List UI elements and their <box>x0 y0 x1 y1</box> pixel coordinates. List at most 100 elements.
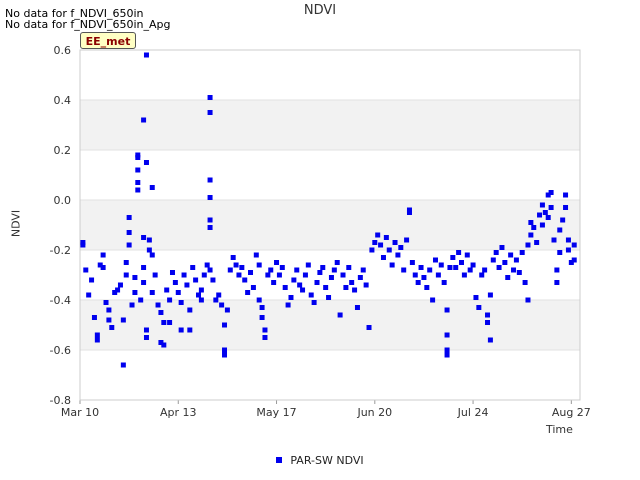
data-point <box>389 262 395 268</box>
data-point <box>360 267 366 273</box>
data-point <box>123 272 129 278</box>
data-point <box>187 307 193 313</box>
y-tick-label: 0.4 <box>54 94 72 107</box>
data-point <box>120 362 126 368</box>
data-point <box>294 267 300 273</box>
data-point <box>369 247 375 253</box>
y-tick-label: 0.6 <box>54 44 72 57</box>
data-point <box>167 297 173 303</box>
data-point <box>224 307 230 313</box>
data-point <box>181 272 187 278</box>
data-point <box>386 247 392 253</box>
data-point <box>132 290 138 295</box>
data-point <box>496 265 502 270</box>
data-point <box>132 275 138 280</box>
legend: PAR-SW NDVI <box>0 454 640 467</box>
data-point <box>542 210 548 215</box>
data-point <box>250 285 256 290</box>
data-point <box>487 292 493 298</box>
data-point <box>89 277 95 283</box>
data-point <box>375 232 381 238</box>
data-point <box>447 265 453 270</box>
data-point <box>80 242 86 248</box>
data-point <box>340 272 346 278</box>
data-point <box>201 272 207 278</box>
data-point <box>528 220 534 225</box>
data-point <box>300 287 306 293</box>
data-point <box>138 297 144 303</box>
data-point <box>146 247 152 253</box>
data-point <box>195 292 201 298</box>
data-point <box>167 320 173 325</box>
data-point <box>424 285 430 290</box>
data-point <box>418 265 424 270</box>
data-point <box>222 352 228 358</box>
data-point <box>190 265 196 270</box>
data-point <box>560 217 566 223</box>
data-point <box>311 300 317 305</box>
data-point <box>126 215 132 220</box>
x-tick-label: Jun 20 <box>356 406 392 419</box>
chart-figure: No data for f_NDVI_650in No data for f_N… <box>0 0 640 480</box>
data-point <box>109 325 115 330</box>
data-point <box>302 272 308 278</box>
data-point <box>193 277 199 283</box>
data-point <box>525 297 531 303</box>
legend-marker <box>276 457 283 463</box>
data-point <box>323 285 329 290</box>
data-point <box>328 275 334 280</box>
data-point <box>412 272 418 278</box>
data-point <box>441 280 447 285</box>
data-point <box>366 325 372 330</box>
data-point <box>444 352 450 358</box>
data-point <box>421 275 427 280</box>
data-point <box>372 240 378 245</box>
data-point <box>207 195 213 200</box>
data-point <box>279 265 285 270</box>
data-point <box>106 317 112 323</box>
data-point <box>149 252 155 258</box>
data-point <box>100 252 106 258</box>
data-point <box>383 235 389 240</box>
data-point <box>149 290 155 295</box>
data-point <box>187 327 193 333</box>
data-point <box>155 302 161 308</box>
data-point <box>565 237 571 243</box>
data-point <box>256 262 262 268</box>
data-point <box>256 297 262 303</box>
data-point <box>563 192 569 198</box>
data-point <box>444 307 450 313</box>
data-point <box>456 250 462 255</box>
data-point <box>349 280 355 285</box>
data-point <box>141 280 147 285</box>
x-tick-label: Aug 27 <box>552 406 591 419</box>
data-point <box>450 255 456 260</box>
data-point <box>291 277 297 283</box>
data-point <box>467 267 473 273</box>
data-point <box>432 257 438 263</box>
data-point <box>476 305 482 310</box>
site-badge: EE_met <box>80 32 136 49</box>
data-point <box>219 302 225 308</box>
data-point <box>115 287 121 293</box>
legend-label: PAR-SW NDVI <box>290 454 364 467</box>
data-point <box>129 302 135 308</box>
data-point <box>548 190 554 195</box>
data-point <box>508 252 514 258</box>
data-point <box>482 267 488 273</box>
data-point <box>135 155 141 160</box>
data-point <box>505 275 511 280</box>
data-point <box>253 252 259 258</box>
data-point <box>545 215 551 220</box>
data-point <box>409 260 415 265</box>
data-point <box>499 245 505 250</box>
data-point <box>554 280 560 285</box>
data-point <box>395 252 401 258</box>
data-point <box>493 250 499 255</box>
data-point <box>123 260 129 265</box>
data-point <box>548 205 554 210</box>
data-point <box>305 262 311 268</box>
data-point <box>285 302 291 308</box>
data-point <box>172 280 178 285</box>
data-point <box>453 265 459 270</box>
